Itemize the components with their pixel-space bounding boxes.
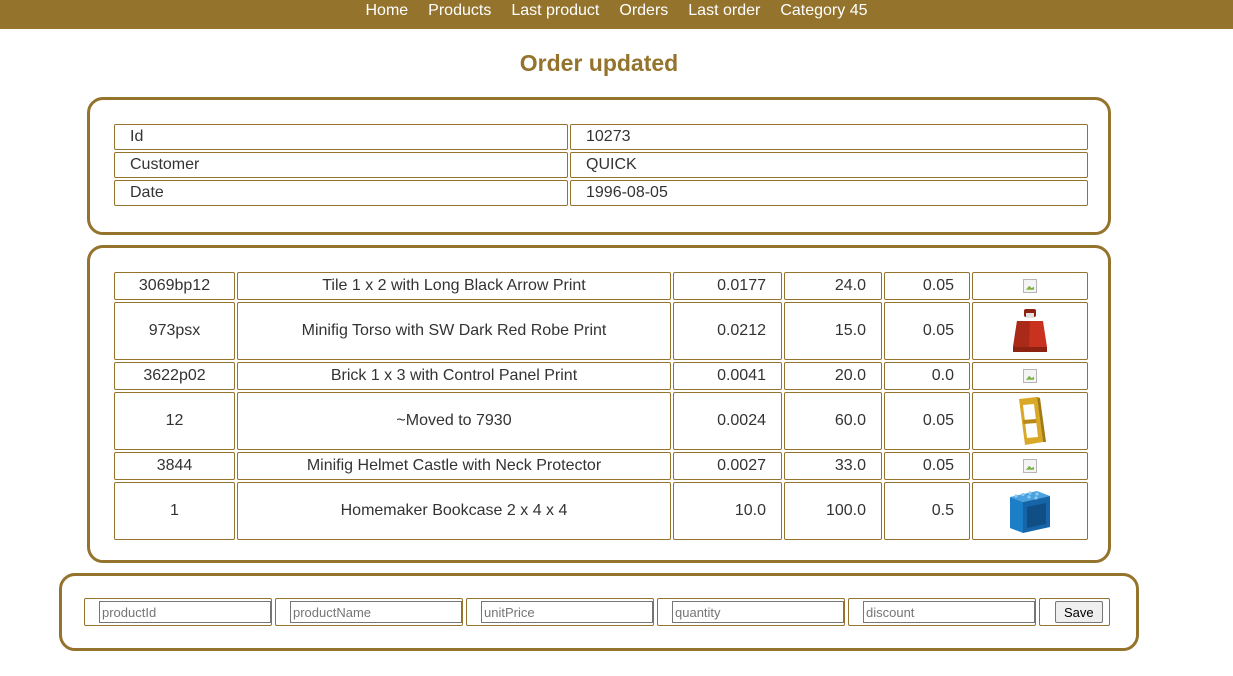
blue-bookcase-icon [1010, 491, 1050, 533]
save-button[interactable]: Save [1055, 601, 1103, 623]
line-quantity: 15.0 [784, 302, 882, 360]
discount-cell [848, 598, 1036, 626]
line-image-cell [972, 272, 1088, 300]
line-discount: 0.05 [884, 302, 970, 360]
table-row: 3622p02 Brick 1 x 3 with Control Panel P… [114, 362, 1088, 390]
product-name-input[interactable] [290, 601, 462, 623]
line-discount: 0.0 [884, 362, 970, 390]
line-unit-price: 10.0 [673, 482, 782, 540]
line-discount: 0.05 [884, 392, 970, 450]
product-id-input[interactable] [99, 601, 271, 623]
discount-input[interactable] [863, 601, 1035, 623]
unit-price-input[interactable] [481, 601, 653, 623]
top-navbar: Home Products Last product Orders Last o… [0, 0, 1233, 29]
unit-price-cell [466, 598, 654, 626]
line-product-id: 3844 [114, 452, 235, 480]
quantity-input[interactable] [672, 601, 844, 623]
add-line-form-panel: Save [59, 573, 1139, 651]
product-id-cell [84, 598, 272, 626]
line-image-cell [972, 482, 1088, 540]
line-discount: 0.05 [884, 452, 970, 480]
nav-products-link[interactable]: Products [418, 0, 501, 21]
table-row: 973psx Minifig Torso with SW Dark Red Ro… [114, 302, 1088, 360]
line-product-id: 12 [114, 392, 235, 450]
line-product-name: Homemaker Bookcase 2 x 4 x 4 [237, 482, 671, 540]
yellow-door-frame-icon [1019, 397, 1046, 445]
line-quantity: 33.0 [784, 452, 882, 480]
order-lines-panel: 3069bp12 Tile 1 x 2 with Long Black Arro… [87, 245, 1111, 563]
broken-image-icon [1023, 458, 1037, 473]
line-product-id: 1 [114, 482, 235, 540]
order-customer-value: QUICK [570, 152, 1088, 178]
add-line-form: Save [84, 598, 1110, 626]
order-info-row: Customer QUICK [114, 152, 1088, 178]
line-unit-price: 0.0027 [673, 452, 782, 480]
order-date-label: Date [114, 180, 568, 206]
line-quantity: 20.0 [784, 362, 882, 390]
line-product-name: ~Moved to 7930 [237, 392, 671, 450]
line-quantity: 100.0 [784, 482, 882, 540]
line-discount: 0.5 [884, 482, 970, 540]
line-product-name: Minifig Helmet Castle with Neck Protecto… [237, 452, 671, 480]
order-info-panel: Id 10273 Customer QUICK Date 1996-08-05 [87, 97, 1111, 235]
broken-image-icon [1023, 368, 1037, 383]
broken-image-icon [1023, 278, 1037, 293]
order-lines-table: 3069bp12 Tile 1 x 2 with Long Black Arro… [112, 270, 1090, 542]
line-product-id: 3069bp12 [114, 272, 235, 300]
line-product-id: 973psx [114, 302, 235, 360]
order-info-row: Id 10273 [114, 124, 1088, 150]
order-info-table: Id 10273 Customer QUICK Date 1996-08-05 [112, 122, 1090, 208]
save-cell: Save [1039, 598, 1110, 626]
page-title: Order updated [519, 50, 679, 76]
nav-category-link[interactable]: Category 45 [770, 0, 877, 21]
line-image-cell [972, 302, 1088, 360]
line-discount: 0.05 [884, 272, 970, 300]
nav-last-product-link[interactable]: Last product [501, 0, 609, 21]
line-quantity: 60.0 [784, 392, 882, 450]
nav-home-link[interactable]: Home [355, 0, 418, 21]
order-id-label: Id [114, 124, 568, 150]
line-unit-price: 0.0177 [673, 272, 782, 300]
nav-last-order-link[interactable]: Last order [678, 0, 770, 21]
table-row: 1 Homemaker Bookcase 2 x 4 x 4 10.0 100.… [114, 482, 1088, 540]
product-name-cell [275, 598, 463, 626]
line-unit-price: 0.0212 [673, 302, 782, 360]
order-customer-label: Customer [114, 152, 568, 178]
line-unit-price: 0.0041 [673, 362, 782, 390]
line-quantity: 24.0 [784, 272, 882, 300]
table-row: 3069bp12 Tile 1 x 2 with Long Black Arro… [114, 272, 1088, 300]
minifig-torso-red-icon [1013, 309, 1047, 352]
line-image-cell [972, 392, 1088, 450]
nav-orders-link[interactable]: Orders [609, 0, 678, 21]
table-row: 12 ~Moved to 7930 0.0024 60.0 0.05 [114, 392, 1088, 450]
order-info-row: Date 1996-08-05 [114, 180, 1088, 206]
line-product-name: Brick 1 x 3 with Control Panel Print [237, 362, 671, 390]
order-date-value: 1996-08-05 [570, 180, 1088, 206]
line-image-cell [972, 452, 1088, 480]
line-product-id: 3622p02 [114, 362, 235, 390]
order-id-value: 10273 [570, 124, 1088, 150]
line-product-name: Minifig Torso with SW Dark Red Robe Prin… [237, 302, 671, 360]
quantity-cell [657, 598, 845, 626]
table-row: 3844 Minifig Helmet Castle with Neck Pro… [114, 452, 1088, 480]
line-image-cell [972, 362, 1088, 390]
line-unit-price: 0.0024 [673, 392, 782, 450]
line-product-name: Tile 1 x 2 with Long Black Arrow Print [237, 272, 671, 300]
